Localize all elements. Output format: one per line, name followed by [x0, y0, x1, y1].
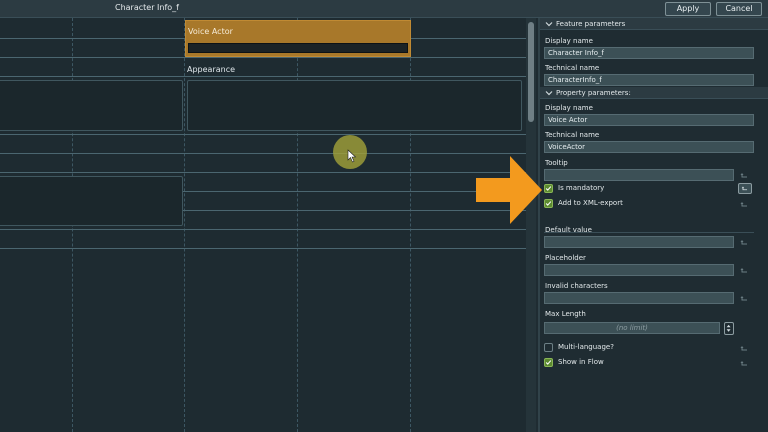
xml-export-checkbox[interactable] [544, 199, 553, 208]
invalid-characters-label: Invalid characters [545, 282, 608, 290]
max-length-label: Max Length [545, 310, 586, 318]
app-window: Character Info_f Apply Cancel Voice Acto… [0, 0, 768, 432]
feature-parameters-title: Feature parameters [556, 20, 626, 28]
max-length-field[interactable]: (no limit) [544, 322, 720, 334]
feature-parameters-header[interactable]: Feature parameters [540, 18, 768, 30]
feature-technical-name-label: Technical name [545, 64, 600, 72]
show-in-flow-label: Show in Flow [558, 358, 604, 366]
row-line [0, 153, 526, 154]
checkmark-icon [545, 186, 552, 191]
layout-cell[interactable] [187, 80, 522, 131]
property-technical-name-label: Technical name [545, 131, 600, 139]
stepper-arrows-icon [726, 324, 731, 332]
tooltip-field[interactable] [544, 169, 734, 181]
reset-icon[interactable] [739, 343, 750, 354]
property-display-name-label: Display name [545, 104, 593, 112]
chevron-down-icon [545, 22, 553, 27]
reset-icon [741, 186, 748, 191]
xml-export-label: Add to XML-export [558, 199, 623, 207]
feature-display-name-label: Display name [545, 37, 593, 45]
row-line [0, 229, 526, 230]
invalid-characters-field[interactable] [544, 292, 734, 304]
reset-icon[interactable] [739, 237, 750, 248]
voice-actor-field-preview [188, 43, 408, 53]
reset-icon[interactable] [739, 199, 750, 210]
max-length-stepper[interactable] [724, 322, 734, 335]
apply-button[interactable]: Apply [665, 2, 711, 16]
checkmark-icon [545, 201, 552, 206]
reset-icon[interactable] [739, 358, 750, 369]
default-value-label: Default value [545, 226, 592, 234]
is-mandatory-reset-button[interactable] [738, 183, 752, 194]
row-line [0, 172, 526, 173]
show-in-flow-checkbox[interactable] [544, 358, 553, 367]
row-line [0, 248, 526, 249]
default-value-field[interactable] [544, 236, 734, 248]
layout-cell[interactable] [0, 176, 183, 226]
voice-actor-cell[interactable]: Voice Actor [185, 20, 411, 57]
annotation-arrow-icon [476, 156, 542, 224]
properties-panel: Feature parameters Display name Characte… [538, 18, 768, 432]
chevron-down-icon [545, 91, 553, 96]
mouse-pointer-icon [347, 149, 357, 163]
layout-cell[interactable] [0, 80, 183, 131]
placeholder-label: Placeholder [545, 254, 586, 262]
placeholder-field[interactable] [544, 264, 734, 276]
feature-display-name-field[interactable]: Character Info_f [544, 47, 754, 59]
reset-icon[interactable] [739, 170, 750, 181]
property-parameters-title: Property parameters: [556, 89, 631, 97]
property-display-name-field[interactable]: Voice Actor [544, 114, 754, 126]
reset-icon[interactable] [739, 293, 750, 304]
column-guide [184, 18, 185, 432]
tooltip-label: Tooltip [545, 159, 568, 167]
window-title: Character Info_f [115, 3, 179, 12]
is-mandatory-label: Is mandatory [558, 184, 605, 192]
voice-actor-label: Voice Actor [188, 27, 233, 36]
property-technical-name-field[interactable]: VoiceActor [544, 141, 754, 153]
appearance-label: Appearance [187, 65, 236, 74]
reset-icon[interactable] [739, 265, 750, 276]
checkmark-icon [545, 360, 552, 365]
row-line [0, 76, 526, 77]
multi-language-checkbox[interactable] [544, 343, 553, 352]
feature-technical-name-field[interactable]: CharacterInfo_f [544, 74, 754, 86]
scrollbar-thumb[interactable] [528, 22, 534, 122]
is-mandatory-checkbox[interactable] [544, 184, 553, 193]
row-line [0, 134, 526, 135]
multi-language-label: Multi-language? [558, 343, 614, 351]
row-line [0, 57, 526, 58]
property-parameters-header[interactable]: Property parameters: [540, 87, 768, 99]
top-bar: Character Info_f Apply Cancel [0, 0, 768, 18]
cancel-button[interactable]: Cancel [716, 2, 762, 16]
layout-canvas[interactable]: Voice Actor Appearance [0, 18, 526, 432]
